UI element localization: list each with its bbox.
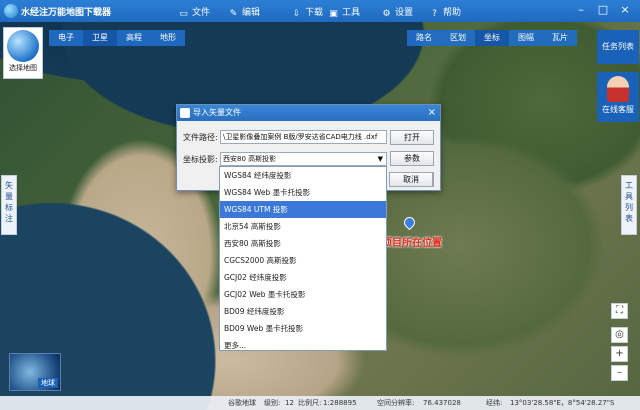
tab-electronic[interactable]: 电子: [49, 30, 83, 46]
tab-coordinates[interactable]: 坐标: [475, 30, 509, 46]
projection-dropdown-list: WGS84 经纬度投影 WGS84 Web 墨卡托投影 WGS84 UTM 投影…: [219, 166, 387, 351]
fullscreen-icon[interactable]: ⛶: [611, 303, 628, 319]
help-icon: ?: [432, 9, 437, 19]
menu-edit[interactable]: ✎ 编辑: [228, 5, 260, 19]
status-bar: 谷歌地球 级别: 12 比例尺: 1:288895 空间分辨率: 76.4370…: [0, 396, 640, 410]
projection-option-highlighted[interactable]: WGS84 UTM 投影: [220, 201, 386, 218]
file-path-field[interactable]: \卫星影像叠加案例 B版/罗安达省CAD电力线 .dxf: [220, 130, 387, 144]
projection-label: 坐标投影:: [183, 155, 218, 164]
cancel-button[interactable]: 取消: [389, 172, 433, 187]
projection-option[interactable]: BD09 Web 墨卡托投影: [220, 320, 386, 337]
download-icon: ⇩: [292, 9, 301, 19]
service-avatar-icon: [607, 76, 629, 102]
map-source: 谷歌地球: [228, 399, 256, 407]
vector-label-text: 矢量标注: [5, 181, 13, 223]
projection-option[interactable]: GCJ02 Web 墨卡托投影: [220, 286, 386, 303]
params-button[interactable]: 参数: [390, 151, 434, 166]
maximize-button[interactable]: □: [596, 3, 610, 17]
title-bar: 水经注万能地图下载器 ▭ 文件 ✎ 编辑 ⇩ 下载 ▣ 工具 ⚙ 设置 ? 帮助 – □ ×: [0, 0, 640, 22]
tool-list-text: 工具列表: [625, 181, 633, 223]
scale-label: 比例尺:: [298, 399, 322, 407]
menu-file[interactable]: ▭ 文件: [178, 5, 210, 19]
task-list-button[interactable]: 任务列表: [597, 30, 639, 64]
close-window-button[interactable]: ×: [618, 3, 632, 17]
tab-map-sheet[interactable]: 图幅: [509, 30, 543, 46]
zoom-in-button[interactable]: +: [611, 346, 628, 362]
app-title: 水经注万能地图下载器: [21, 8, 112, 18]
projection-select[interactable]: 西安80 高斯投影 ▼: [220, 152, 387, 166]
menu-help[interactable]: ? 帮助: [429, 5, 461, 19]
folder-icon: ▭: [179, 9, 188, 19]
dialog-title: 导入矢量文件: [193, 108, 241, 117]
menu-download[interactable]: ⇩ 下载: [291, 5, 323, 19]
projection-option[interactable]: CGCS2000 高斯投影: [220, 252, 386, 269]
menu-tools[interactable]: ▣ 工具: [328, 5, 360, 19]
earth-label: 地球: [38, 378, 58, 388]
app-logo-icon: [4, 4, 18, 18]
edit-icon: ✎: [229, 9, 238, 19]
scale-value: 1:288895: [323, 399, 357, 407]
map-type-tabs: 电子 卫星 高程 地形: [49, 30, 185, 46]
projection-selected-value: 西安80 高斯投影: [223, 155, 277, 163]
projection-option[interactable]: WGS84 经纬度投影: [220, 167, 386, 184]
projection-option[interactable]: 北京54 高斯投影: [220, 218, 386, 235]
dialog-close-icon[interactable]: ×: [428, 105, 436, 121]
projection-option[interactable]: WGS84 Web 墨卡托投影: [220, 184, 386, 201]
tools-icon: ▣: [329, 9, 338, 19]
resolution-label: 空间分辨率:: [377, 399, 415, 407]
level-value: 12: [285, 399, 294, 407]
globe-icon: [7, 30, 39, 62]
project-location-label: 项目所在位置: [382, 238, 442, 249]
vector-label-tab[interactable]: 矢量标注: [1, 175, 17, 235]
projection-option[interactable]: 西安80 高斯投影: [220, 235, 386, 252]
file-path-label: 文件路径:: [183, 133, 218, 142]
level-label: 级别:: [264, 399, 281, 407]
projection-option[interactable]: BD09 经纬度投影: [220, 303, 386, 320]
online-service-button[interactable]: 在线客服: [597, 72, 639, 122]
tab-tiles[interactable]: 瓦片: [543, 30, 577, 46]
lon-lat-label: 经纬:: [486, 399, 503, 407]
tab-terrain[interactable]: 地形: [151, 30, 185, 46]
layer-tabs: 路名 区划 坐标 图幅 瓦片: [407, 30, 577, 46]
locate-icon[interactable]: ◎: [611, 327, 628, 343]
zoom-out-button[interactable]: –: [611, 365, 628, 381]
projection-option[interactable]: GCJ02 经纬度投影: [220, 269, 386, 286]
coordinates-value: 13°03'28.58"E，8°54'28.27"S: [510, 399, 615, 407]
chevron-down-icon: ▼: [377, 155, 383, 163]
dialog-title-bar: 导入矢量文件 ×: [177, 105, 440, 121]
online-service-label: 在线客服: [602, 105, 634, 114]
projection-option-more[interactable]: 更多...: [220, 337, 386, 354]
open-button[interactable]: 打开: [390, 130, 434, 145]
tab-districts[interactable]: 区划: [441, 30, 475, 46]
resolution-value: 76.437028: [423, 399, 461, 407]
select-map-button[interactable]: 选择地图: [3, 27, 43, 79]
dialog-icon: [180, 108, 190, 118]
tab-road-names[interactable]: 路名: [407, 30, 441, 46]
menu-settings[interactable]: ⚙ 设置: [381, 5, 413, 19]
earth-view-button[interactable]: 地球: [9, 353, 61, 391]
tab-elevation[interactable]: 高程: [117, 30, 151, 46]
tool-list-tab[interactable]: 工具列表: [621, 175, 637, 235]
tab-satellite[interactable]: 卫星: [83, 30, 117, 46]
minimize-button[interactable]: –: [574, 3, 588, 17]
gear-icon: ⚙: [382, 9, 391, 19]
